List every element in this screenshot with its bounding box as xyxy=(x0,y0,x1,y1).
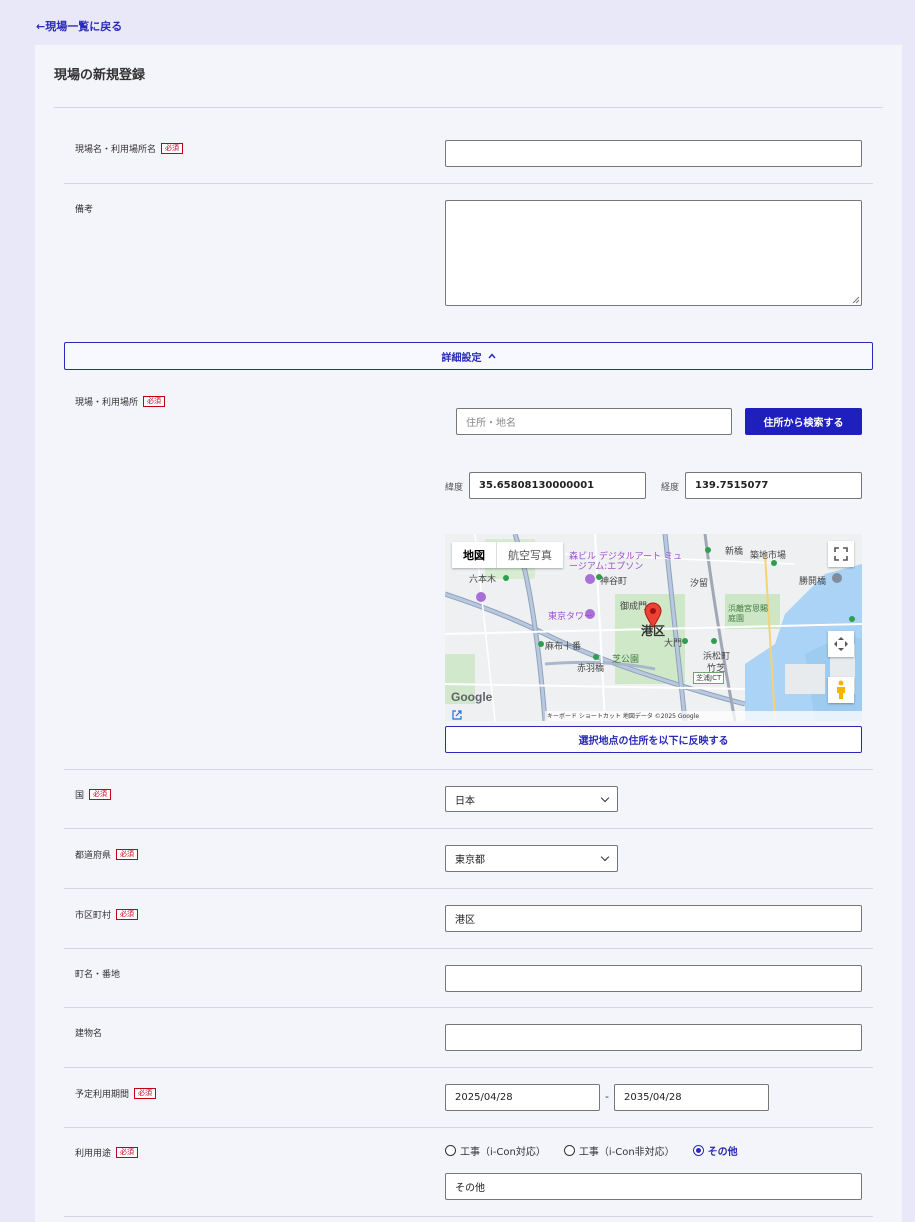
usage-radio-group: 工事（i-Con対応） 工事（i-Con非対応） その他 xyxy=(445,1143,738,1158)
remarks-textarea[interactable] xyxy=(445,200,862,306)
usage-radio-non-icon-con[interactable]: 工事（i-Con非対応） xyxy=(563,1143,675,1158)
required-badge: 必須 xyxy=(116,1147,139,1158)
row-divider xyxy=(64,1127,873,1128)
map-place-roppongi: 六本木 xyxy=(469,575,497,585)
map-type-tabs: 地図 航空写真 xyxy=(452,542,563,568)
fullscreen-icon xyxy=(834,547,848,561)
city-input[interactable]: 港区 xyxy=(445,905,862,932)
address-search-input[interactable]: 住所・地名 xyxy=(456,408,732,435)
map-place-shibaura: 芝浦JCT xyxy=(693,672,725,684)
site-name-label: 現場名・利用場所名 必須 xyxy=(75,142,184,155)
row-divider xyxy=(64,1067,873,1068)
row-divider xyxy=(64,183,873,184)
address-search-button[interactable]: 住所から検索する xyxy=(745,408,862,435)
town-label: 町名・番地 xyxy=(75,970,121,980)
back-to-list-link[interactable]: ←現場一覧に戻る xyxy=(36,18,122,34)
chevron-down-icon xyxy=(600,793,610,802)
longitude-label: 経度 xyxy=(661,483,680,493)
city-label: 市区町村 必須 xyxy=(75,908,139,921)
radio-circle[interactable] xyxy=(563,1145,575,1156)
latitude-input[interactable]: 35.65808130000001 xyxy=(469,472,646,499)
location-label: 現場・利用場所 必須 xyxy=(75,395,166,408)
form-card: 現場の新規登録 現場名・利用場所名 必須 備考 詳細設定 現場・利用場所 必須 … xyxy=(35,45,902,1222)
row-divider xyxy=(64,828,873,829)
map-tab-satellite[interactable]: 航空写真 xyxy=(497,542,563,568)
map-place-kachidoki: 勝鬨橋 xyxy=(799,577,827,587)
country-label: 国 必須 xyxy=(75,788,112,801)
chevron-up-icon xyxy=(487,353,496,359)
google-logo: Google xyxy=(451,690,493,704)
site-name-input[interactable] xyxy=(445,140,862,167)
map-place-shiba-park: 芝公園 xyxy=(612,655,640,665)
map-camera-control[interactable] xyxy=(828,631,854,657)
map-place-daimon: 大門 xyxy=(664,639,683,649)
page-title: 現場の新規登録 xyxy=(54,68,146,83)
required-badge: 必須 xyxy=(134,1088,157,1099)
resize-handle-icon[interactable] xyxy=(852,296,860,304)
usage-radio-icon-con[interactable]: 工事（i-Con対応） xyxy=(445,1143,546,1158)
map-place-tsukiji: 築地市場 xyxy=(750,551,787,561)
row-divider xyxy=(64,1216,873,1217)
radio-circle[interactable] xyxy=(692,1145,704,1156)
usage-radio-other[interactable]: その他 xyxy=(692,1143,738,1158)
map-place-kamiyacho: 神谷町 xyxy=(600,577,628,587)
map-view[interactable]: 六本木 東京タワー 御成門 麻布十番 芝公園 赤羽橋 大門 浜松町 汐留 神谷町… xyxy=(445,534,862,721)
map-tab-map[interactable]: 地図 xyxy=(452,542,496,568)
usage-other-input[interactable]: その他 xyxy=(445,1173,862,1200)
usage-label: 利用用途 必須 xyxy=(75,1146,139,1159)
period-separator: - xyxy=(605,1090,609,1103)
map-place-hamarikyu: 浜離宮恩賜庭園 xyxy=(728,604,768,623)
street-view-button[interactable] xyxy=(828,677,854,703)
map-place-akabanebashi: 赤羽橋 xyxy=(577,664,605,674)
building-input[interactable] xyxy=(445,1024,862,1051)
radio-circle[interactable] xyxy=(445,1145,456,1156)
required-badge: 必須 xyxy=(116,909,139,920)
row-divider xyxy=(64,948,873,949)
map-place-museum: 森ビル デジタルアート ミュージアム:エプソン xyxy=(569,552,683,572)
external-link-icon[interactable] xyxy=(452,710,462,720)
details-toggle-button[interactable]: 詳細設定 xyxy=(64,342,873,370)
period-end-input[interactable]: 2035/04/28 xyxy=(614,1084,769,1111)
country-select[interactable]: 日本 xyxy=(445,786,618,812)
required-badge: 必須 xyxy=(143,396,166,407)
map-pin-icon[interactable] xyxy=(644,602,662,628)
required-badge: 必須 xyxy=(161,143,184,154)
fullscreen-button[interactable] xyxy=(828,541,854,567)
row-divider xyxy=(64,1007,873,1008)
period-label: 予定利用期間 必須 xyxy=(75,1087,157,1100)
required-badge: 必須 xyxy=(89,789,112,800)
map-place-tokyo-tower: 東京タワー xyxy=(548,612,594,622)
map-place-shinbashi: 新橋 xyxy=(725,547,744,557)
reflect-address-button[interactable]: 選択地点の住所を以下に反映する xyxy=(445,726,862,753)
latitude-label: 緯度 xyxy=(445,483,464,493)
pegman-icon xyxy=(837,680,845,699)
town-input[interactable] xyxy=(445,965,862,992)
row-divider xyxy=(64,769,873,770)
map-place-azabu-juban: 麻布十番 xyxy=(545,642,582,652)
building-label: 建物名 xyxy=(75,1029,103,1039)
period-start-input[interactable]: 2025/04/28 xyxy=(445,1084,600,1111)
map-place-onarimon: 御成門 xyxy=(620,602,648,612)
row-divider xyxy=(64,888,873,889)
longitude-input[interactable]: 139.7515077 xyxy=(685,472,862,499)
title-divider xyxy=(54,107,883,108)
map-place-shiodome: 汐留 xyxy=(690,579,709,589)
camera-control-icon xyxy=(834,637,848,651)
prefecture-select[interactable]: 東京都 xyxy=(445,845,618,872)
prefecture-label: 都道府県 必須 xyxy=(75,848,139,861)
map-footer: キーボード ショートカット 地図データ ©2025 Google xyxy=(545,711,862,721)
remarks-label: 備考 xyxy=(75,205,94,215)
chevron-down-icon xyxy=(600,852,610,862)
required-badge: 必須 xyxy=(116,849,139,860)
